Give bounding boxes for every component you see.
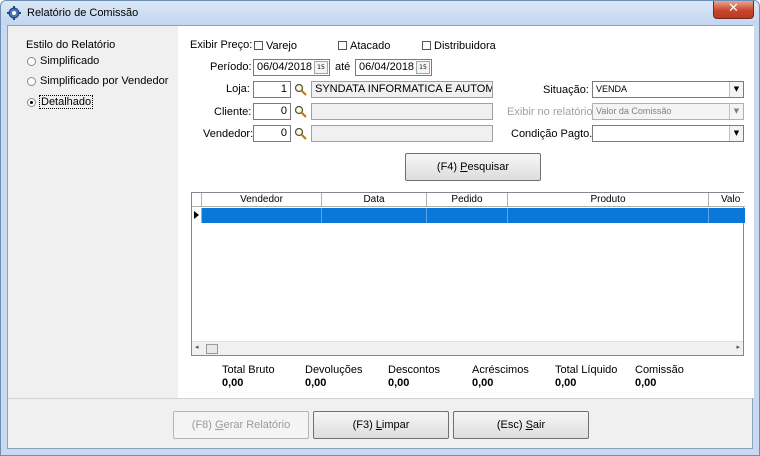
- search-button[interactable]: (F4) Pesquisar: [405, 153, 541, 181]
- generate-report-button: (F8) Gerar Relatório: [173, 411, 309, 439]
- date-from-input[interactable]: 06/04/2018 15: [253, 59, 330, 76]
- descontos-label: Descontos: [388, 364, 440, 376]
- situacao-value: VENDA: [596, 84, 628, 94]
- window-title: Relatório de Comissão: [27, 7, 139, 19]
- checkbox-distribuidora-label[interactable]: Distribuidora: [434, 40, 496, 52]
- grid-corner: [192, 193, 202, 207]
- total-liquido-value: 0,00: [555, 377, 577, 389]
- checkbox-varejo[interactable]: [254, 41, 263, 50]
- radio-simplificado-label[interactable]: Simplificado: [40, 55, 99, 67]
- exibir-relatorio-value: Valor da Comissão: [596, 106, 672, 116]
- radio-detalhado[interactable]: [27, 98, 36, 107]
- results-grid[interactable]: Vendedor Data Pedido Produto Valo ◂ ▸: [191, 192, 745, 356]
- column-header-pedido[interactable]: Pedido: [427, 193, 508, 207]
- total-liquido-label: Total Líquido: [555, 364, 618, 376]
- search-icon[interactable]: [294, 105, 307, 118]
- chevron-down-icon[interactable]: ▼: [729, 82, 743, 97]
- ate-label: até: [335, 61, 351, 73]
- close-button[interactable]: ✕: [713, 1, 754, 19]
- cell-divider: [426, 208, 427, 223]
- chevron-down-icon: ▼: [729, 104, 743, 119]
- client-area: Estilo do Relatório Simplificado Simplif…: [7, 25, 754, 449]
- cell-divider: [708, 208, 709, 223]
- action-bar: (F8) Gerar Relatório (F3) Limpar (Esc) S…: [8, 398, 752, 448]
- checkbox-varejo-label[interactable]: Varejo: [266, 40, 297, 52]
- descontos-value: 0,00: [388, 377, 410, 389]
- comissao-value: 0,00: [635, 377, 657, 389]
- total-bruto-label: Total Bruto: [222, 364, 275, 376]
- clear-button[interactable]: (F3) Limpar: [313, 411, 449, 439]
- report-style-label: Estilo do Relatório: [26, 39, 116, 51]
- filters-panel: Exibir Preço: Varejo Atacado Distribuido…: [178, 26, 754, 398]
- column-header-produto[interactable]: Produto: [508, 193, 709, 207]
- cliente-name-field: [311, 103, 493, 120]
- table-row[interactable]: [202, 208, 745, 223]
- scroll-left-icon[interactable]: ◂: [195, 343, 199, 351]
- radio-simplificado-vendedor-label[interactable]: Simplificado por Vendedor: [40, 75, 168, 87]
- calendar-icon[interactable]: 15: [416, 61, 430, 74]
- scroll-right-icon[interactable]: ▸: [736, 343, 740, 351]
- condicao-label: Condição Pagto.:: [511, 128, 596, 140]
- row-indicator: [192, 208, 202, 223]
- report-style-panel: Estilo do Relatório Simplificado Simplif…: [8, 26, 178, 398]
- column-header-data[interactable]: Data: [322, 193, 427, 207]
- cliente-code-input[interactable]: 0: [253, 103, 291, 120]
- column-header-valor[interactable]: Valo: [709, 193, 745, 207]
- radio-simplificado[interactable]: [27, 57, 36, 66]
- acrescimos-value: 0,00: [472, 377, 494, 389]
- search-icon[interactable]: [294, 83, 307, 96]
- title-bar[interactable]: Relatório de Comissão ✕: [1, 1, 759, 25]
- cell-divider: [321, 208, 322, 223]
- loja-code-input[interactable]: 1: [253, 81, 291, 98]
- cell-divider: [507, 208, 508, 223]
- date-to-value: 06/04/2018: [359, 61, 415, 73]
- radio-detalhado-label[interactable]: Detalhado: [39, 95, 94, 109]
- checkbox-distribuidora[interactable]: [422, 41, 431, 50]
- loja-label: Loja:: [226, 83, 250, 95]
- exibir-relatorio-select: Valor da Comissão ▼: [592, 103, 744, 120]
- scrollbar-thumb[interactable]: [206, 344, 218, 354]
- calendar-icon[interactable]: 15: [314, 61, 328, 74]
- situacao-label: Situação:: [543, 84, 589, 96]
- checkbox-atacado[interactable]: [338, 41, 347, 50]
- loja-name-field: SYNDATA INFORMATICA E AUTOMAC: [311, 81, 493, 98]
- vendedor-name-field: [311, 125, 493, 142]
- devolucoes-label: Devoluções: [305, 364, 363, 376]
- exibir-relatorio-label: Exibir no relatório:: [507, 106, 596, 118]
- periodo-label: Período:: [210, 61, 252, 73]
- devolucoes-value: 0,00: [305, 377, 327, 389]
- condicao-select[interactable]: ▼: [592, 125, 744, 142]
- chevron-down-icon[interactable]: ▼: [729, 126, 743, 141]
- report-window: Relatório de Comissão ✕ Estilo do Relató…: [0, 0, 760, 456]
- situacao-select[interactable]: VENDA ▼: [592, 81, 744, 98]
- exit-button[interactable]: (Esc) Sair: [453, 411, 589, 439]
- date-from-value: 06/04/2018: [257, 61, 313, 73]
- cliente-label: Cliente:: [214, 106, 252, 118]
- search-icon[interactable]: [294, 127, 307, 140]
- exibir-preco-label: Exibir Preço:: [190, 39, 253, 51]
- horizontal-scrollbar[interactable]: ◂ ▸: [192, 341, 743, 355]
- checkbox-atacado-label[interactable]: Atacado: [350, 40, 390, 52]
- acrescimos-label: Acréscimos: [472, 364, 529, 376]
- comissao-label: Comissão: [635, 364, 684, 376]
- app-gear-icon: [7, 6, 21, 20]
- vendedor-code-input[interactable]: 0: [253, 125, 291, 142]
- total-bruto-value: 0,00: [222, 377, 244, 389]
- vendedor-label: Vendedor:: [203, 128, 254, 140]
- column-header-vendedor[interactable]: Vendedor: [202, 193, 322, 207]
- date-to-input[interactable]: 06/04/2018 15: [355, 59, 432, 76]
- radio-simplificado-vendedor[interactable]: [27, 77, 36, 86]
